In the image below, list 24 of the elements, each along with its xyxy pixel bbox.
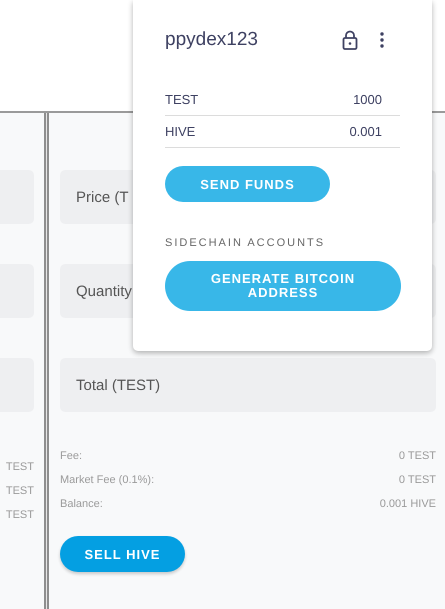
info-value: 0.001 HIVE bbox=[380, 498, 436, 510]
field-label: Price (T bbox=[76, 188, 128, 206]
generate-address-button[interactable]: GENERATE BITCOIN ADDRESS bbox=[165, 261, 401, 311]
info-value: TEST bbox=[6, 484, 34, 499]
input-field[interactable]: Total (TEST) bbox=[60, 358, 436, 412]
token-amount: 0.001 bbox=[349, 124, 382, 139]
token-name: HIVE bbox=[165, 124, 196, 139]
info-label: Fee: bbox=[60, 450, 82, 462]
info-value: TEST bbox=[6, 460, 34, 475]
username: ppydex123 bbox=[165, 29, 259, 51]
info-label: Market Fee (0.1%): bbox=[60, 474, 154, 486]
token-name: TEST bbox=[165, 92, 198, 107]
sell-button[interactable]: SELL HIVE bbox=[60, 536, 185, 572]
info-value: 0 TEST bbox=[398, 474, 436, 486]
field-label: Quantity bbox=[76, 282, 132, 300]
info-value: TEST bbox=[6, 508, 34, 523]
send-funds-button[interactable]: SEND FUNDS bbox=[165, 166, 330, 202]
info-label: Balance: bbox=[60, 498, 103, 510]
info-value: 0 TEST bbox=[398, 450, 436, 462]
more-icon[interactable] bbox=[380, 32, 384, 48]
section-title: SIDECHAIN ACCOUNTS bbox=[165, 237, 326, 249]
lock-icon[interactable] bbox=[342, 30, 358, 50]
token-amount: 1000 bbox=[353, 92, 382, 107]
field-label: Total (TEST) bbox=[76, 376, 160, 394]
